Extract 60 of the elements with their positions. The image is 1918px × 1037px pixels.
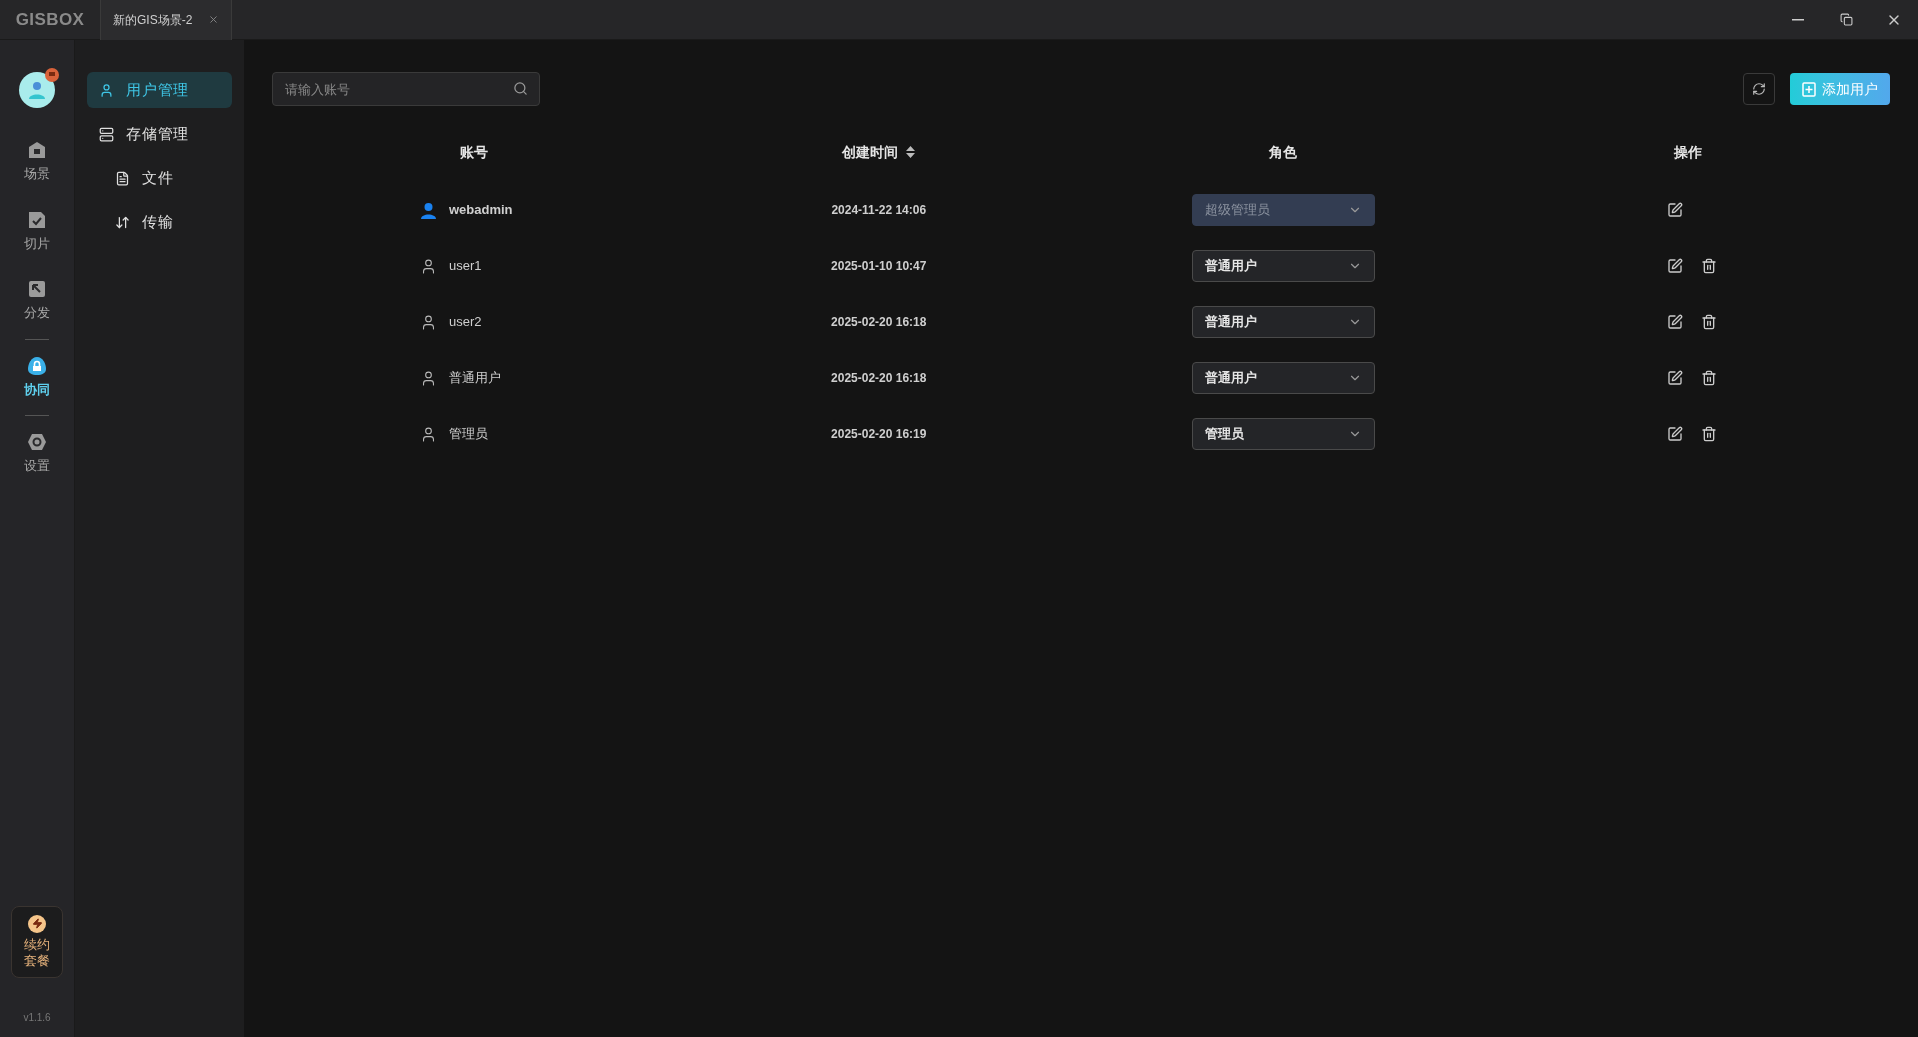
house-icon (27, 140, 47, 160)
rail-item[interactable]: 协同 (24, 355, 50, 399)
renew-plan-button[interactable]: 续约套餐 (11, 905, 63, 978)
minimize-icon (1792, 18, 1804, 21)
scene-tab[interactable]: 新的GIS场景-2 (100, 0, 233, 40)
settings-icon (27, 432, 47, 452)
delete-button[interactable] (1700, 314, 1717, 330)
message-badge-icon (45, 68, 59, 82)
search-icon[interactable] (513, 81, 528, 96)
created-time: 2025-02-20 16:18 (831, 314, 927, 331)
document-icon (115, 170, 130, 186)
created-time: 2025-02-20 16:19 (831, 426, 927, 443)
rail-item[interactable]: 分发 (24, 279, 50, 323)
sidebar-item[interactable]: 文件 (87, 160, 232, 196)
person-icon (26, 79, 48, 101)
lock-icon (27, 355, 47, 376)
account-name: 普通用户 (449, 369, 501, 388)
search-field[interactable]: 请输入账号 (272, 72, 540, 106)
transfer-icon (115, 214, 130, 230)
restore-icon (1839, 13, 1853, 26)
refresh-button[interactable] (1743, 73, 1775, 105)
created-time: 2025-01-10 10:47 (831, 258, 927, 275)
role-select[interactable]: 普通用户 (1191, 306, 1375, 338)
column-header[interactable]: 创建时间 (842, 141, 916, 163)
rail-item[interactable]: 切片 (24, 209, 50, 253)
column-header[interactable]: 角色 (1269, 141, 1298, 163)
close-icon[interactable] (208, 14, 220, 25)
delete-button[interactable] (1700, 258, 1717, 274)
lightning-icon (31, 918, 43, 929)
sidebar-item[interactable]: 存储管理 (87, 116, 232, 152)
created-time: 2024-11-22 14:06 (831, 202, 927, 219)
account-name: user2 (449, 313, 482, 332)
role-select[interactable]: 普通用户 (1191, 250, 1375, 282)
refresh-icon (1752, 82, 1766, 96)
sidebar-item[interactable]: 传输 (87, 204, 232, 240)
account-name: user1 (449, 257, 482, 276)
document-check-icon (27, 209, 47, 230)
rail-item[interactable]: 设置 (24, 432, 50, 476)
rail-item[interactable]: 场景 (24, 140, 50, 184)
add-document-icon (1802, 81, 1816, 97)
sidebar-item[interactable]: 用户管理 (87, 72, 232, 108)
edit-button[interactable] (1666, 426, 1683, 442)
app-logo: GISBOX (14, 8, 86, 31)
storage-icon (99, 126, 114, 142)
account-name: webadmin (449, 201, 513, 220)
column-header[interactable]: 操作 (1673, 141, 1702, 163)
column-header[interactable]: 账号 (460, 141, 489, 163)
tab-label: 新的GIS场景-2 (113, 11, 193, 29)
account-name: 管理员 (449, 425, 488, 444)
role-select[interactable]: 普通用户 (1191, 362, 1375, 394)
created-time: 2025-02-20 16:18 (831, 370, 927, 387)
edit-button[interactable] (1666, 314, 1683, 330)
edit-button[interactable] (1666, 370, 1683, 386)
edit-button[interactable] (1666, 258, 1683, 274)
role-select[interactable]: 管理员 (1191, 418, 1375, 450)
delete-button[interactable] (1700, 426, 1717, 442)
delete-button[interactable] (1700, 370, 1717, 386)
version-label: v1.1.6 (23, 1011, 51, 1025)
user-icon (99, 82, 114, 98)
sort-icon (906, 146, 916, 158)
